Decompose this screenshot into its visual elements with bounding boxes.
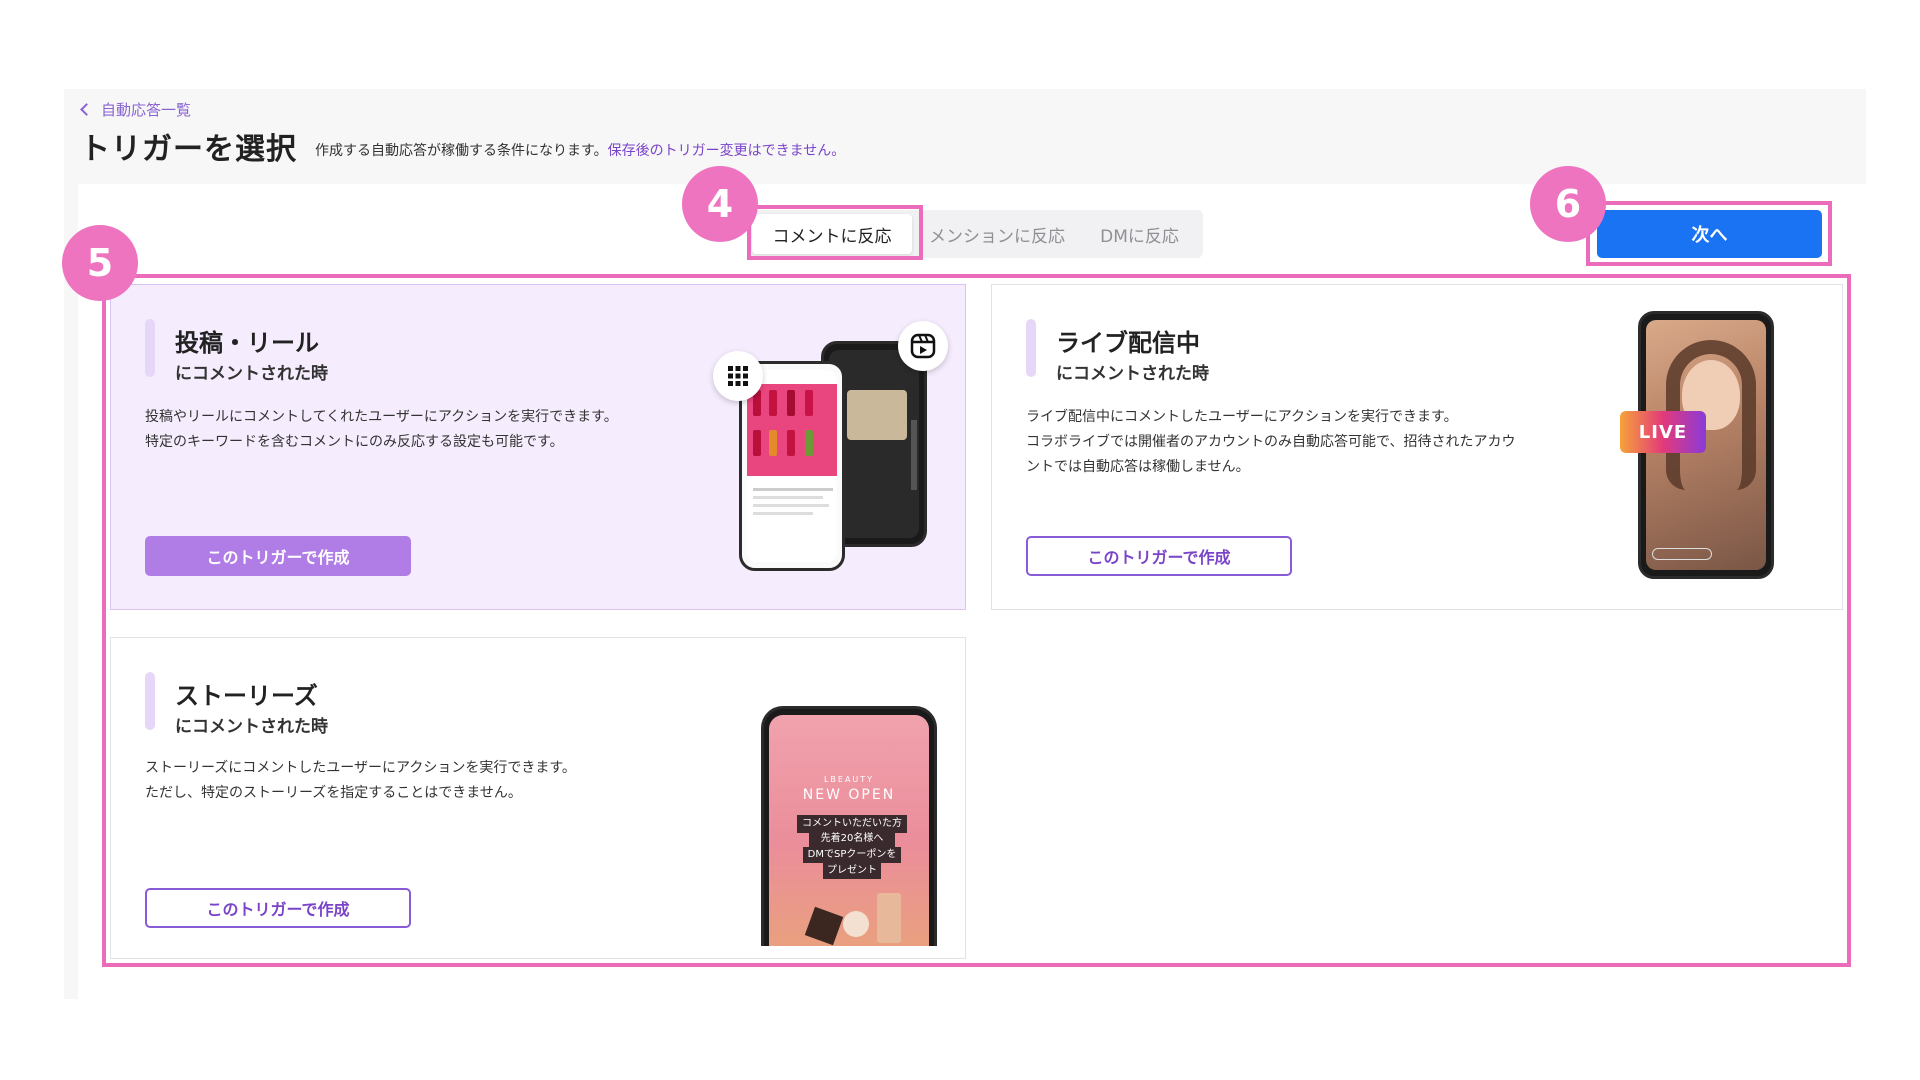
- page-description: 作成する自動応答が稼働する条件になります。保存後のトリガー変更はできません。: [315, 140, 845, 160]
- highlight-box-tab: [747, 205, 923, 260]
- description-text: 作成する自動応答が稼働する条件になります。: [315, 143, 608, 159]
- tab-mention[interactable]: メンションに反応: [912, 214, 1082, 254]
- back-link-label: 自動応答一覧: [101, 101, 192, 119]
- back-link[interactable]: 自動応答一覧: [80, 99, 192, 120]
- chevron-left-icon: [80, 103, 93, 116]
- step-badge-4: 4: [682, 166, 758, 242]
- highlight-box-cards: [102, 274, 1851, 967]
- tab-dm[interactable]: DMに反応: [1082, 214, 1197, 254]
- step-badge-5: 5: [62, 225, 138, 301]
- page-title: トリガーを選択: [80, 132, 297, 167]
- warning-text: 保存後のトリガー変更はできません。: [607, 143, 846, 159]
- highlight-box-next: [1586, 201, 1832, 266]
- step-badge-6: 6: [1530, 166, 1606, 242]
